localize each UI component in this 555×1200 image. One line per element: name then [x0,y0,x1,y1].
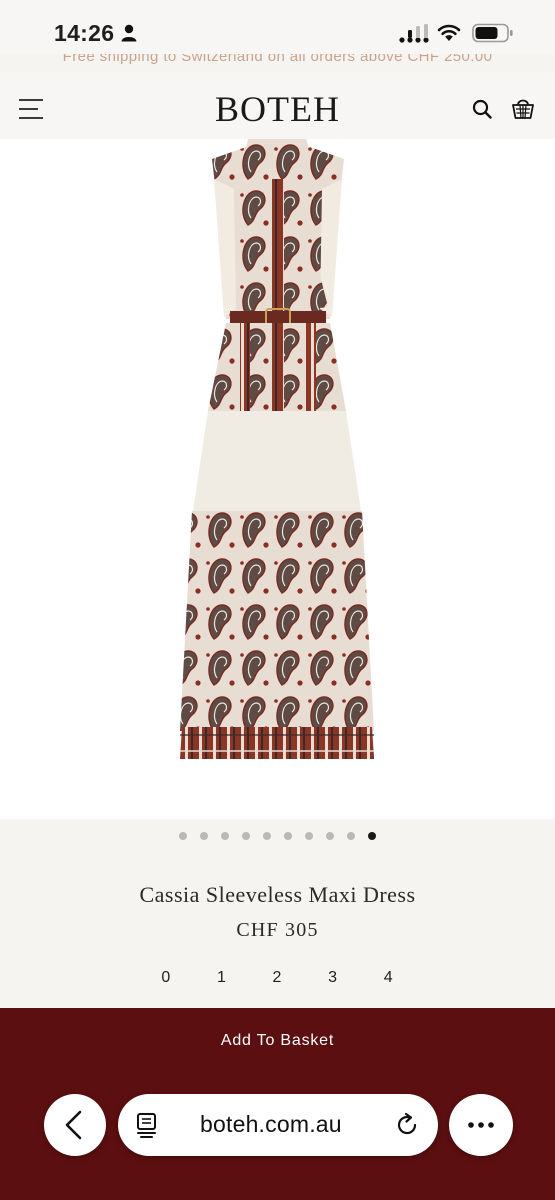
size-option[interactable]: 2 [249,969,305,987]
carousel-dot[interactable] [221,832,229,840]
url-text[interactable]: boteh.com.au [200,1111,342,1138]
site-header: BOTEH [0,72,555,139]
search-icon[interactable] [472,99,492,119]
carousel-dot[interactable] [200,832,208,840]
carousel-dots [0,832,555,840]
dress-photo [180,139,374,759]
browser-back-button[interactable] [44,1094,106,1156]
person-icon [121,24,137,42]
size-option[interactable]: 4 [360,969,416,987]
basket-icon[interactable] [511,96,535,120]
carousel-dot[interactable] [305,832,313,840]
product-price: CHF 305 [236,919,319,941]
product-title: Cassia Sleeveless Maxi Dress [139,882,416,907]
ellipsis-icon [468,1122,494,1128]
chevron-left-icon [65,1110,82,1140]
size-selector: 01234 [138,969,416,987]
browser-more-button[interactable] [449,1094,513,1156]
add-to-basket-button[interactable]: Add To Basket [0,1024,555,1058]
carousel-dot[interactable] [326,832,334,840]
carousel-dot[interactable] [242,832,250,840]
size-option[interactable]: 3 [305,969,361,987]
status-bar: 14:26 [0,0,555,54]
carousel-dot[interactable] [263,832,271,840]
wifi-icon [437,24,461,41]
carousel-dot[interactable] [179,832,187,840]
status-time: 14:26 [54,20,115,46]
reload-icon[interactable] [394,1112,420,1138]
product-image[interactable] [0,139,555,819]
carousel-dot[interactable] [284,832,292,840]
address-bar[interactable]: boteh.com.au [118,1094,438,1156]
size-option[interactable]: 1 [194,969,250,987]
cellular-signal-icon [399,24,429,43]
size-option[interactable]: 0 [138,969,194,987]
tabs-icon[interactable] [134,1112,160,1138]
carousel-dot[interactable] [368,832,376,840]
battery-icon [472,23,513,43]
carousel-dot[interactable] [347,832,355,840]
